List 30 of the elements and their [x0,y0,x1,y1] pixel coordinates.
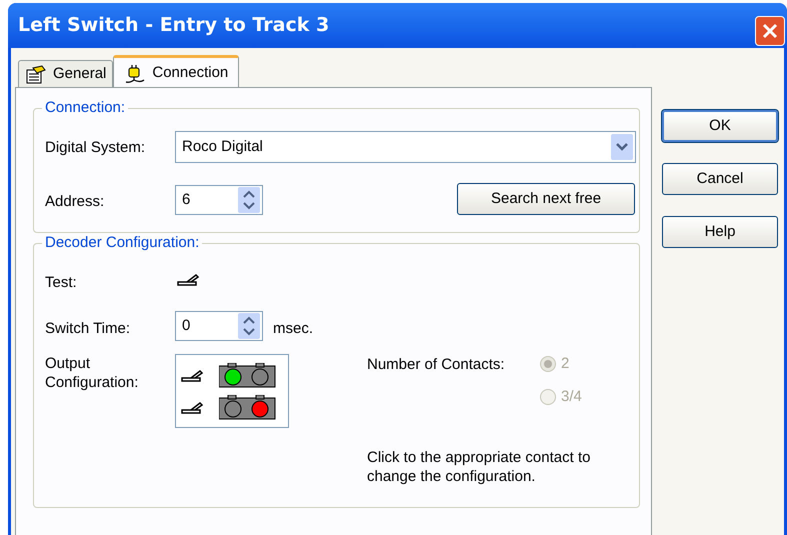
switch-time-spinner[interactable]: 0 [175,311,263,341]
field-label: Output Configuration: [45,354,140,392]
properties-icon [25,64,47,84]
dialog-button[interactable]: OK [662,110,778,142]
search-next-free-button[interactable]: Search next free [457,183,635,215]
spinner-icon [238,187,260,213]
plug-icon [124,64,146,84]
tab[interactable]: General [18,60,114,88]
switch-icon [177,273,201,287]
field-label: Number of Contacts: [367,355,505,375]
hint-text: Click to the appropriate contact to change the configuration. [367,448,592,486]
field-label: Address: [45,192,104,212]
group-title: Decoder Configuration: [42,234,202,252]
close-icon [762,23,778,39]
address-spinner[interactable]: 6 [175,185,263,215]
dialog-button[interactable]: Help [662,216,778,248]
field-label: Digital System: [45,138,146,158]
field-label: Switch Time: [45,319,130,339]
lamp[interactable] [252,400,268,418]
tab[interactable]: Connection [113,55,240,89]
switch-icon [181,369,205,383]
unit-label: msec. [273,319,314,339]
spinner-icon [238,313,260,339]
dialog-button[interactable]: Cancel [662,163,778,195]
field-label: Test: [45,273,77,293]
switch-icon [181,401,205,415]
window-title: Left Switch - Entry to Track 3 [18,13,330,38]
lamp[interactable] [224,368,242,386]
close-button[interactable] [755,16,785,46]
dropdown[interactable]: Roco Digital [175,131,636,163]
